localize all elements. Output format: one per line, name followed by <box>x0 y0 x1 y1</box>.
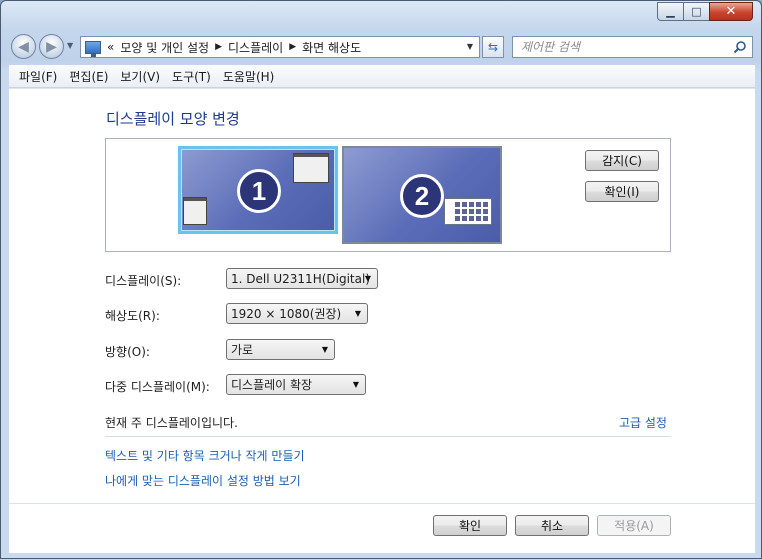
chevron-right-icon[interactable]: ▶ <box>215 42 222 52</box>
monitor-number-badge: 1 <box>237 169 281 213</box>
text-size-link[interactable]: 텍스트 및 기타 항목 크거나 작게 만들기 <box>105 447 305 464</box>
monitor-2[interactable]: 2 <box>342 146 502 244</box>
page-title: 디스플레이 모양 변경 <box>106 110 240 128</box>
multiple-displays-select-value: 디스플레이 확장 <box>231 378 313 392</box>
display-select[interactable]: 1. Dell U2311H(Digital) ▼ <box>226 268 378 289</box>
apply-button[interactable]: 적용(A) <box>597 515 671 536</box>
resolution-select-value: 1920 × 1080(권장) <box>231 307 342 321</box>
detect-button[interactable]: 감지(C) <box>585 150 659 171</box>
cancel-button[interactable]: 취소 <box>515 515 589 536</box>
monitor-arrangement-panel: 1 2 감지(C) 확인(I) <box>105 138 671 252</box>
chevron-down-icon: ▼ <box>321 345 328 354</box>
window-thumbnail-icon <box>183 197 207 225</box>
resolution-label: 해상도(R): <box>105 309 160 323</box>
menu-tools[interactable]: 도구(T) <box>166 68 217 85</box>
orientation-select-value: 가로 <box>231 343 254 357</box>
chevron-down-icon[interactable]: ▼ <box>467 42 473 51</box>
monitor-number-badge: 2 <box>400 174 444 218</box>
menu-view[interactable]: 보기(V) <box>114 68 166 85</box>
identify-button[interactable]: 확인(I) <box>585 181 659 202</box>
search-box[interactable] <box>512 36 753 58</box>
address-bar[interactable]: « 모양 및 개인 설정 ▶ 디스플레이 ▶ 화면 해상도 ▼ <box>80 36 480 58</box>
orientation-select[interactable]: 가로 ▼ <box>226 339 335 360</box>
breadcrumb-resolution[interactable]: 화면 해상도 <box>302 39 361 56</box>
chevron-down-icon: ▼ <box>364 274 371 283</box>
control-panel-window: ▁ □ ✕ ◀ ▶ ▼ « 모양 및 개인 설정 ▶ 디스플레이 ▶ 화면 해상… <box>0 0 762 559</box>
breadcrumb-appearance[interactable]: 모양 및 개인 설정 <box>120 39 209 56</box>
display-select-value: 1. Dell U2311H(Digital) <box>231 271 370 286</box>
display-label: 디스플레이(S): <box>105 274 182 288</box>
footer-divider <box>9 503 755 504</box>
menu-help[interactable]: 도움말(H) <box>217 68 281 85</box>
window-thumbnail-icon <box>293 153 329 183</box>
back-button[interactable]: ◀ <box>11 34 36 59</box>
maximize-button[interactable]: □ <box>683 2 709 21</box>
divider <box>105 436 671 437</box>
search-input[interactable] <box>521 40 721 54</box>
menu-edit[interactable]: 편집(E) <box>63 68 114 85</box>
resolution-select[interactable]: 1920 × 1080(권장) ▼ <box>226 303 368 324</box>
search-icon[interactable] <box>733 40 747 54</box>
close-button[interactable]: ✕ <box>709 2 753 21</box>
orientation-label: 방향(O): <box>105 345 150 359</box>
caption-buttons: ▁ □ ✕ <box>657 2 753 21</box>
control-panel-icon <box>85 40 101 57</box>
monitor-1[interactable]: 1 <box>178 146 338 234</box>
breadcrumb-display[interactable]: 디스플레이 <box>228 39 283 56</box>
multiple-displays-select[interactable]: 디스플레이 확장 ▼ <box>226 374 366 395</box>
breadcrumb-overflow[interactable]: « <box>107 40 114 54</box>
forward-button[interactable]: ▶ <box>39 34 64 59</box>
advanced-settings-link[interactable]: 고급 설정 <box>619 414 667 431</box>
chevron-down-icon: ▼ <box>352 380 359 389</box>
chevron-down-icon: ▼ <box>354 309 361 318</box>
minimize-button[interactable]: ▁ <box>657 2 683 21</box>
multiple-displays-label: 다중 디스플레이(M): <box>105 380 210 394</box>
ok-button[interactable]: 확인 <box>433 515 507 536</box>
refresh-button[interactable]: ⇆ <box>482 36 504 58</box>
content-area: 디스플레이 모양 변경 1 2 감지(C) 확인(I) 디스플레이(S): 1.… <box>9 88 755 553</box>
chevron-right-icon[interactable]: ▶ <box>289 42 296 52</box>
menu-bar: 파일(F) 편집(E) 보기(V) 도구(T) 도움말(H) <box>9 65 755 88</box>
display-help-link[interactable]: 나에게 맞는 디스플레이 설정 방법 보기 <box>105 472 301 489</box>
menu-file[interactable]: 파일(F) <box>13 68 63 85</box>
recent-pages-dropdown-icon[interactable]: ▼ <box>67 41 73 50</box>
window-thumbnail-icon <box>444 198 492 225</box>
primary-display-status: 현재 주 디스플레이입니다. <box>105 416 238 430</box>
refresh-icon: ⇆ <box>487 40 499 54</box>
